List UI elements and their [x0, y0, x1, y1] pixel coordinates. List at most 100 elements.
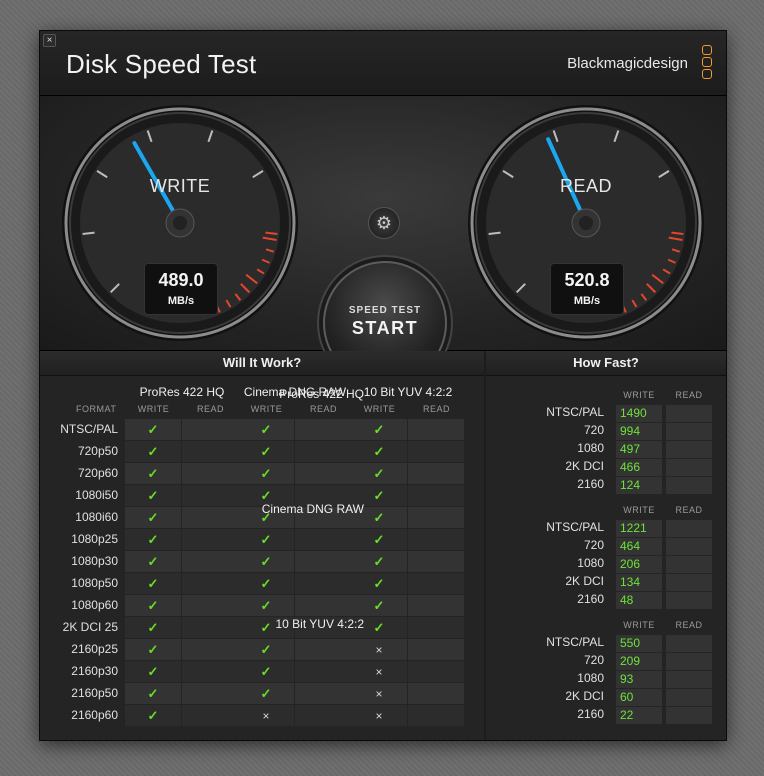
read-result-cell	[295, 419, 351, 440]
speed-group-name: 10 Bit YUV 4:2:2	[275, 617, 365, 631]
speed-row-label: 2K DCI	[565, 459, 604, 473]
write-result-cell: ✓	[125, 617, 181, 638]
checkmark-icon: ✓	[147, 488, 159, 503]
row-format-label: 1080p50	[71, 576, 118, 590]
write-result-cell: ✓	[238, 551, 294, 572]
write-fps-value: 497	[616, 441, 662, 458]
write-result-cell: ×	[351, 661, 407, 682]
cross-icon: ×	[375, 709, 383, 723]
gauge-area: WRITE 489.0 MB/s ⚙ SPEED TEST START READ…	[40, 96, 726, 385]
read-column-header: READ	[196, 404, 224, 414]
read-fps-value	[666, 405, 712, 422]
checkmark-icon: ✓	[147, 620, 159, 635]
write-result-cell: ✓	[351, 441, 407, 462]
will-it-work-title: Will It Work?	[40, 351, 484, 376]
checkmark-icon: ✓	[373, 576, 385, 591]
read-result-cell	[408, 573, 464, 594]
write-result-cell: ✓	[125, 419, 181, 440]
checkmark-icon: ✓	[260, 554, 272, 569]
speed-row-label: 2160	[577, 477, 604, 491]
write-result-cell: ✓	[238, 463, 294, 484]
checkmark-icon: ✓	[373, 422, 385, 437]
row-format-label: NTSC/PAL	[60, 422, 118, 436]
read-fps-value	[666, 538, 712, 555]
write-gauge: WRITE 489.0 MB/s	[60, 103, 300, 343]
settings-button[interactable]: ⚙	[368, 207, 400, 239]
format-group-name: ProRes 422 HQ	[139, 385, 225, 399]
write-fps-value: 22	[616, 707, 662, 724]
how-fast-panel: How Fast? ProRes 422 HQ WRITE READ NTSC/PAL…	[262, 351, 726, 740]
read-column-header: READ	[675, 620, 703, 630]
speed-row-label: NTSC/PAL	[546, 405, 604, 419]
row-format-label: 1080p25	[71, 532, 118, 546]
read-result-cell	[295, 463, 351, 484]
write-fps-value: 550	[616, 635, 662, 652]
read-fps-value	[666, 592, 712, 609]
read-result-cell	[182, 573, 238, 594]
read-result-cell	[295, 441, 351, 462]
read-result-cell	[182, 463, 238, 484]
read-speed-unit: MB/s	[573, 295, 601, 307]
write-result-cell: ✓	[351, 419, 407, 440]
close-button[interactable]: ×	[43, 34, 56, 47]
read-fps-value	[666, 707, 712, 724]
row-format-label: 1080p30	[71, 554, 118, 568]
read-result-cell	[295, 705, 351, 726]
write-result-cell: ✓	[125, 595, 181, 616]
write-result-cell: ✓	[125, 551, 181, 572]
read-column-header: READ	[422, 404, 450, 414]
checkmark-icon: ✓	[147, 532, 159, 547]
write-fps-value: 464	[616, 538, 662, 555]
row-format-label: 720p50	[77, 444, 118, 458]
app-title: Disk Speed Test	[66, 49, 257, 79]
read-gauge-label: READ	[559, 176, 612, 196]
write-result-cell: ✓	[351, 573, 407, 594]
gauge-hub-center	[173, 216, 187, 230]
read-column-header: READ	[675, 390, 703, 400]
read-result-cell	[295, 595, 351, 616]
read-result-cell	[182, 529, 238, 550]
write-result-cell: ✓	[238, 441, 294, 462]
checkmark-icon: ✓	[373, 620, 385, 635]
write-result-cell: ✓	[125, 529, 181, 550]
read-result-cell	[408, 639, 464, 660]
write-readout: 489.0 MB/s	[144, 263, 218, 315]
row-format-label: 2160p25	[71, 642, 118, 656]
read-result-cell	[408, 485, 464, 506]
write-fps-value: 994	[616, 423, 662, 440]
write-result-cell: ✓	[238, 529, 294, 550]
read-fps-value	[666, 477, 712, 494]
write-fps-value: 124	[616, 477, 662, 494]
title-bar: × Disk Speed Test Blackmagicdesign	[40, 31, 726, 96]
read-result-cell	[182, 639, 238, 660]
write-column-header: WRITE	[623, 390, 655, 400]
write-column-header: WRITE	[137, 404, 170, 414]
speed-row-label: 2160	[577, 707, 604, 721]
cross-icon: ×	[375, 665, 383, 679]
speed-row-label: 720	[583, 538, 604, 552]
checkmark-icon: ✓	[147, 686, 159, 701]
write-result-cell: ✓	[351, 551, 407, 572]
checkmark-icon: ✓	[260, 620, 272, 635]
write-result-cell: ✓	[125, 661, 181, 682]
row-format-label: 2160p50	[71, 686, 118, 700]
read-result-cell	[182, 507, 238, 528]
read-result-cell	[182, 551, 238, 572]
cross-icon: ×	[262, 709, 270, 723]
checkmark-icon: ✓	[260, 686, 272, 701]
read-result-cell	[182, 683, 238, 704]
read-speed-value: 520.8	[564, 270, 610, 290]
read-result-cell	[408, 595, 464, 616]
write-result-cell: ✓	[125, 485, 181, 506]
checkmark-icon: ✓	[373, 510, 385, 525]
brand-name: Blackmagicdesign	[567, 55, 688, 72]
read-result-cell	[408, 463, 464, 484]
speed-group-name: Cinema DNG RAW	[261, 502, 364, 516]
speed-row-label: 1080	[577, 441, 604, 455]
read-result-cell	[408, 617, 464, 638]
checkmark-icon: ✓	[373, 532, 385, 547]
read-fps-value	[666, 520, 712, 537]
how-fast-title: How Fast?	[486, 351, 726, 376]
speed-row-label: NTSC/PAL	[546, 635, 604, 649]
write-gauge-label: WRITE	[149, 176, 211, 196]
